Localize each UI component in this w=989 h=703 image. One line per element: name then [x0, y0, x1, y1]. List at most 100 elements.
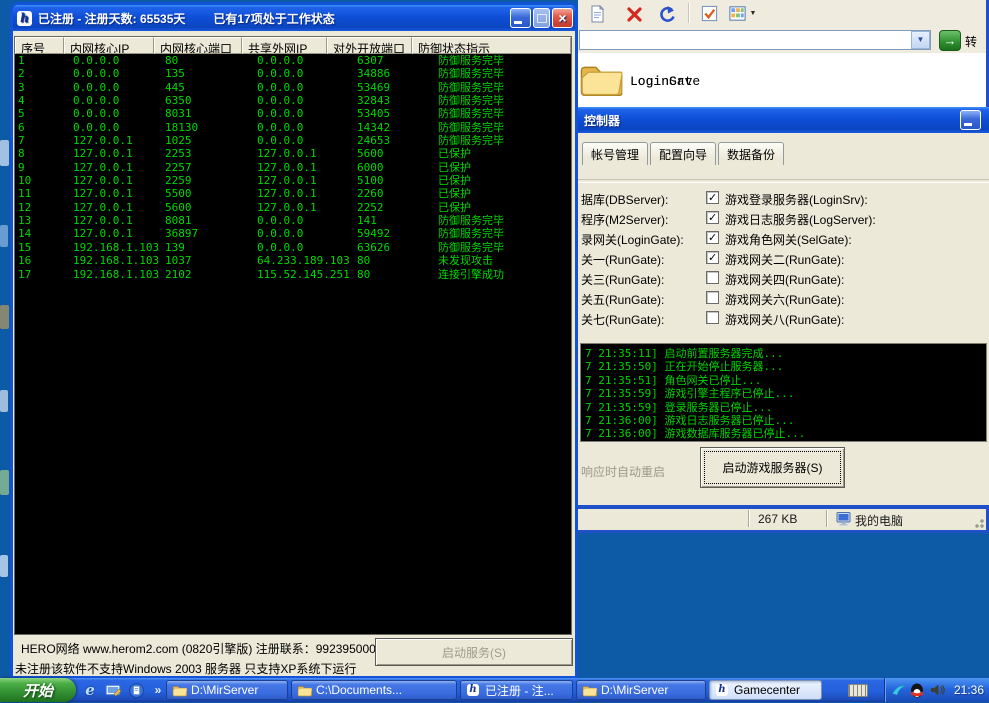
tab[interactable]: 数据备份 [718, 142, 784, 165]
undo-icon[interactable] [656, 3, 678, 24]
table-row[interactable]: 4 0.0.0.0 6350 0.0.0.0 32843 防御服务完毕 [15, 94, 571, 107]
quicklaunch-app-icon[interactable] [126, 681, 146, 699]
table-row[interactable]: 10 127.0.0.1 2259 127.0.0.1 5100 已保护 [15, 174, 571, 187]
go-arrow-icon[interactable]: → [939, 30, 961, 51]
controller-titlebar[interactable]: 控制器 [578, 107, 989, 133]
cell-lan-port: 36897 [162, 227, 254, 240]
cell-seq: 13 [15, 214, 70, 227]
service-right-label: 游戏网关六(RunGate): [725, 291, 844, 308]
service-checkbox[interactable]: ✓ [706, 231, 719, 244]
toolbar-separator [688, 3, 690, 23]
views-dropdown-caret[interactable]: ▼ [748, 3, 758, 24]
table-row[interactable]: 16 192.168.1.103 1037 64.233.189.103 80 … [15, 254, 571, 267]
taskbar-button-label: D:\MirServer [601, 683, 668, 697]
delete-icon[interactable] [624, 3, 646, 24]
clock[interactable]: 21:36 [954, 683, 984, 697]
column-header[interactable]: 内网核心端口 [154, 37, 242, 54]
start-service-button-disabled[interactable]: 启动服务(S) [375, 638, 573, 666]
column-header[interactable]: 防御状态指示 [412, 37, 571, 54]
table-row[interactable]: 5 0.0.0.0 8031 0.0.0.0 53405 防御服务完毕 [15, 107, 571, 120]
service-checkbox[interactable]: ✓ [706, 311, 719, 324]
tray-swoosh-icon[interactable] [891, 682, 907, 698]
maximize-button[interactable] [533, 8, 550, 28]
minimize-button[interactable] [510, 8, 531, 28]
cell-status: 未发现攻击 [435, 254, 571, 267]
table-row[interactable]: 14 127.0.0.1 36897 0.0.0.0 59492 防御服务完毕 [15, 227, 571, 240]
log-line: 7 21:35:59] 登录服务器已停止... [585, 401, 986, 414]
cell-status: 防御服务完毕 [435, 121, 571, 134]
service-checkbox[interactable]: ✓ [706, 291, 719, 304]
cell-wan-ip: 127.0.0.1 [254, 161, 354, 174]
taskbar-window-button[interactable]: h Gamecenter [709, 680, 822, 700]
resize-grip[interactable] [972, 516, 984, 528]
taskbar-window-button[interactable]: h 已注册 - 注... [460, 680, 573, 700]
table-row[interactable]: 7 127.0.0.1 1025 0.0.0.0 24653 防御服务完毕 [15, 134, 571, 147]
cell-lan-port: 6350 [162, 94, 254, 107]
groupbox-line [578, 179, 989, 183]
table-row[interactable]: 2 0.0.0.0 135 0.0.0.0 34886 防御服务完毕 [15, 67, 571, 80]
table-row[interactable]: 9 127.0.0.1 2257 127.0.0.1 6000 已保护 [15, 161, 571, 174]
tray-volume-icon[interactable] [929, 682, 945, 698]
service-right-label: 游戏日志服务器(LogServer): [725, 211, 876, 228]
system-tray: 21:36 [884, 678, 989, 702]
cell-lan-ip: 127.0.0.1 [70, 174, 162, 187]
column-header[interactable]: 共享外网IP [242, 37, 327, 54]
table-row[interactable]: 1 0.0.0.0 80 0.0.0.0 6307 防御服务完毕 [15, 54, 571, 67]
folder-label: LoginSrv [630, 74, 692, 89]
main-titlebar[interactable]: h 已注册 - 注册天数: 65535天 已有17项处于工作状态 × [13, 5, 575, 31]
table-row[interactable]: 6 0.0.0.0 18130 0.0.0.0 14342 防御服务完毕 [15, 121, 571, 134]
service-checkbox[interactable]: ✓ [706, 191, 719, 204]
service-checkbox[interactable]: ✓ [706, 271, 719, 284]
check-icon[interactable] [698, 3, 720, 24]
address-dropdown-icon[interactable]: ▼ [911, 31, 930, 49]
close-button[interactable]: × [552, 8, 573, 28]
table-body: 1 0.0.0.0 80 0.0.0.0 6307 防御服务完毕 2 0.0.0… [15, 54, 571, 634]
service-row: 关三(RunGate): ✓ 游戏网关四(RunGate): [578, 268, 989, 288]
column-header[interactable]: 内网核心IP [64, 37, 154, 54]
ie-icon[interactable]: e [80, 681, 100, 699]
tray-qq-icon[interactable] [909, 682, 925, 698]
cell-seq: 4 [15, 94, 70, 107]
column-header[interactable]: 序号 [15, 37, 64, 54]
service-left-label: 据库(DBServer): [581, 191, 668, 208]
table-row[interactable]: 17 192.168.1.103 2102 115.52.145.251 80 … [15, 268, 571, 281]
service-checkbox[interactable]: ✓ [706, 211, 719, 224]
folder-item[interactable]: LoginSrv [578, 60, 692, 103]
input-method-keyboard-icon[interactable] [848, 684, 868, 697]
table-row[interactable]: 8 127.0.0.1 2253 127.0.0.1 5600 已保护 [15, 147, 571, 160]
cell-status: 防御服务完毕 [435, 94, 571, 107]
table-row[interactable]: 12 127.0.0.1 5600 127.0.0.1 2252 已保护 [15, 201, 571, 214]
address-input[interactable] [579, 30, 931, 50]
views-icon[interactable] [726, 3, 748, 24]
service-right-label: 游戏登录服务器(LoginSrv): [725, 191, 868, 208]
tab[interactable]: 帐号管理 [582, 142, 648, 165]
start-button[interactable]: 开始 [0, 678, 76, 702]
tab[interactable]: 配置向导 [650, 142, 716, 165]
taskbar-window-button[interactable]: h C:\Documents... [291, 680, 457, 700]
service-left-label: 录网关(LoginGate): [581, 231, 684, 248]
taskbar-window-button[interactable]: h D:\MirServer [576, 680, 706, 700]
cell-wan-ip: 127.0.0.1 [254, 201, 354, 214]
table-row[interactable]: 15 192.168.1.103 139 0.0.0.0 63626 防御服务完… [15, 241, 571, 254]
minimize-button[interactable] [960, 110, 981, 130]
taskbar-button-icon: h [714, 683, 730, 697]
start-game-server-button[interactable]: 启动游戏服务器(S) [700, 447, 845, 488]
statusbar-size: 267 KB [758, 512, 797, 526]
controller-tabs: 帐号管理 配置向导 数据备份 [582, 142, 784, 165]
document-icon[interactable] [586, 3, 608, 24]
show-desktop-icon[interactable] [103, 681, 123, 699]
cell-lan-ip: 192.168.1.103 [70, 254, 162, 267]
table-row[interactable]: 3 0.0.0.0 445 0.0.0.0 53469 防御服务完毕 [15, 81, 571, 94]
folder-icon [578, 60, 623, 103]
taskbar-window-button[interactable]: h D:\MirServer [166, 680, 288, 700]
table-row[interactable]: 11 127.0.0.1 5500 127.0.0.1 2260 已保护 [15, 187, 571, 200]
server-log: 7 21:35:11] 启动前置服务器完成... 7 21:35:50] 正在开… [580, 343, 987, 442]
column-header[interactable]: 对外开放端口 [327, 37, 412, 54]
cell-status: 已保护 [435, 147, 571, 160]
service-checkbox[interactable]: ✓ [706, 251, 719, 264]
table-row[interactable]: 13 127.0.0.1 8081 0.0.0.0 141 防御服务完毕 [15, 214, 571, 227]
cell-seq: 11 [15, 187, 70, 200]
quicklaunch-overflow-chevron[interactable]: » [148, 681, 168, 699]
cell-status: 防御服务完毕 [435, 54, 571, 67]
auto-restart-label: 响应时自动重启 [581, 463, 665, 480]
